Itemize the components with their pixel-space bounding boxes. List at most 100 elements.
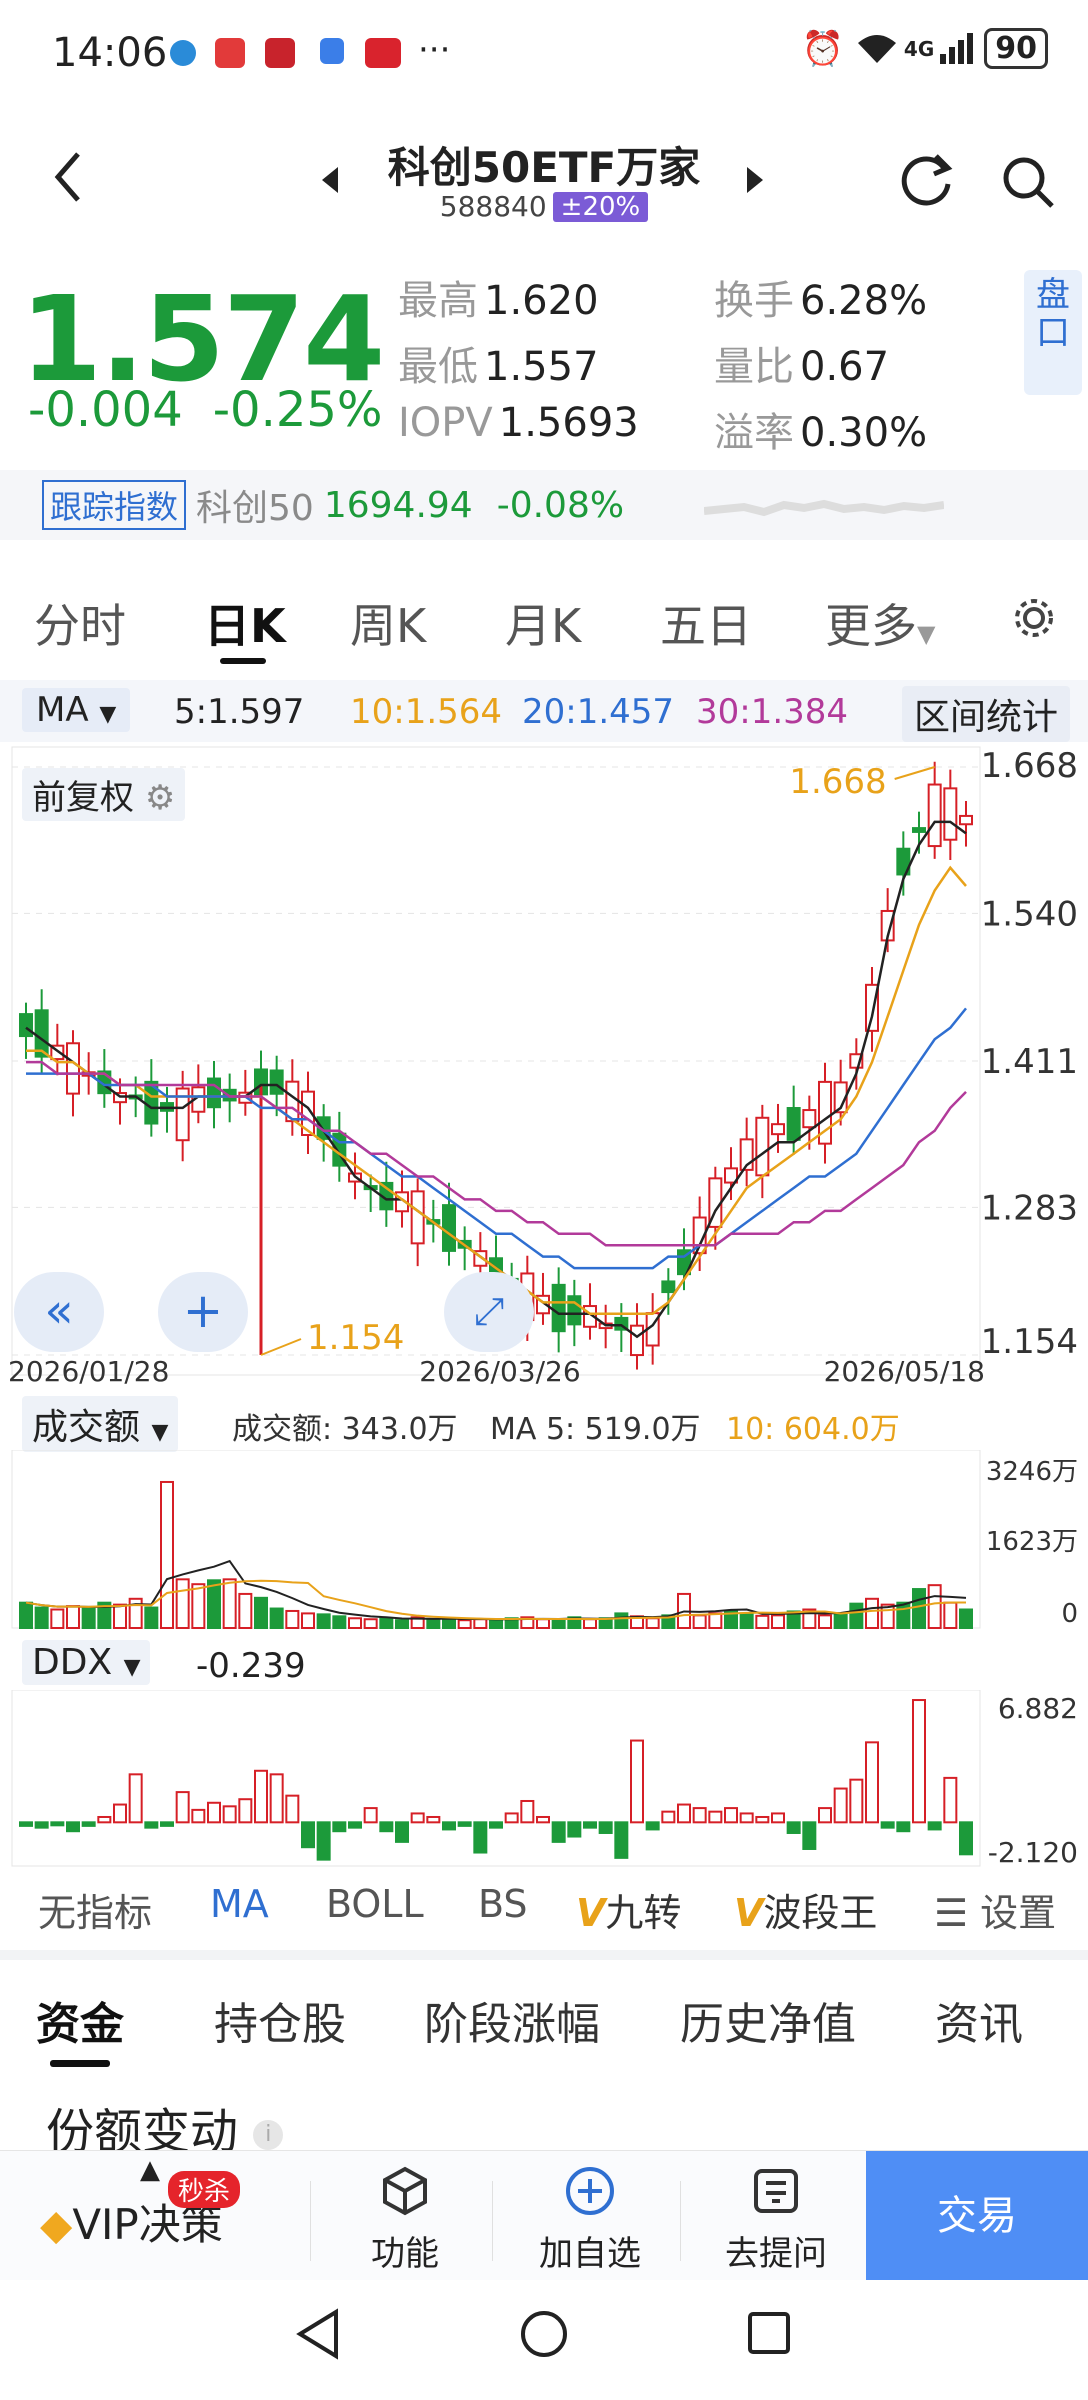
ddx-bar: [536, 1815, 550, 1824]
indicator-tab-bs[interactable]: BS: [478, 1882, 528, 1926]
volume-chart[interactable]: 3246万 1623万 0: [0, 1450, 1088, 1630]
premium-label: 溢率: [714, 410, 794, 456]
adjust-mode-button[interactable]: 前复权 ⚙: [22, 768, 186, 821]
ddx-bar: [583, 1821, 597, 1829]
v-icon: V: [734, 1891, 764, 1935]
function-button[interactable]: 功能: [360, 2165, 450, 2275]
tab-monthly-k[interactable]: 月K: [505, 590, 581, 656]
ddx-bar: [442, 1821, 456, 1831]
index-change: -0.08%: [496, 484, 625, 526]
high-value: 1.620: [484, 278, 599, 324]
order-book-button[interactable]: 盘口: [1024, 270, 1082, 395]
ddx-bar: [520, 1799, 535, 1824]
diamond-icon: ◆: [40, 2200, 73, 2249]
tab-more[interactable]: 更多▼: [825, 590, 935, 656]
indicator-tab-none[interactable]: 无指标: [38, 1882, 152, 1937]
tab-weekly-k[interactable]: 周K: [350, 590, 426, 656]
ddx-bar: [567, 1821, 582, 1838]
section-tab-news[interactable]: 资讯: [935, 1988, 1023, 2052]
info-icon[interactable]: i: [253, 2120, 284, 2150]
refresh-icon[interactable]: [898, 152, 954, 208]
zoom-in-icon[interactable]: +: [158, 1272, 248, 1352]
status-bar: 14:06 ··· ⏰ 4G 90: [0, 0, 1088, 110]
nav-back-icon[interactable]: [294, 2308, 342, 2360]
volume-ma10-value: 10: 604.0万: [726, 1412, 900, 1447]
chevron-down-icon: ▼: [151, 1420, 169, 1445]
candle-body: [943, 787, 958, 841]
next-stock-icon[interactable]: [745, 165, 765, 195]
low-value: 1.557: [484, 344, 599, 390]
volume-bar: [896, 1601, 911, 1629]
max-annotation-label: 1.668: [789, 762, 886, 802]
section-tab-stage-gain[interactable]: 阶段涨幅: [424, 1988, 600, 2052]
divider: [492, 2181, 493, 2261]
ddx-bar: [661, 1810, 676, 1824]
ddx-bar: [818, 1807, 832, 1824]
ddx-chart[interactable]: 6.882-2.120: [0, 1690, 1088, 1870]
ddx-bar: [50, 1821, 65, 1827]
ddx-bar: [833, 1787, 848, 1824]
volume-bar: [943, 1601, 958, 1629]
limit-badge: ±20%: [552, 191, 649, 222]
add-watchlist-button[interactable]: 加自选: [530, 2165, 650, 2275]
indicator-tab-ma[interactable]: MA: [210, 1882, 269, 1926]
collapse-icon[interactable]: «: [14, 1272, 104, 1352]
battery-level: 90: [984, 28, 1048, 69]
volume-ratio-label: 量比: [714, 344, 794, 390]
iopv-label: IOPV: [398, 400, 493, 446]
tab-daily-k[interactable]: 日K: [204, 590, 286, 656]
volume-bar: [865, 1597, 879, 1630]
candle-body: [410, 1190, 425, 1245]
status-time: 14:06: [52, 30, 168, 76]
indicator-tab-boll[interactable]: BOLL: [326, 1882, 424, 1926]
expand-icon[interactable]: ⤢: [444, 1272, 534, 1352]
signal-icon: [940, 32, 974, 64]
iopv-stat: IOPV 1.5693: [398, 400, 639, 446]
tab-intraday[interactable]: 分时: [34, 590, 126, 656]
tab-five-day[interactable]: 五日: [660, 590, 752, 656]
settings-gear-icon[interactable]: [1012, 596, 1056, 640]
add-circle-icon: [566, 2167, 614, 2215]
active-tab-indicator: [220, 658, 266, 664]
volume-indicator-selector[interactable]: 成交额 ▼: [22, 1396, 179, 1452]
ask-question-button[interactable]: 去提问: [716, 2165, 836, 2275]
change-percent: -0.25%: [212, 382, 383, 438]
section-tab-funds[interactable]: 资金: [36, 1988, 124, 2052]
tracking-index-row[interactable]: 跟踪指数 科创50 1694.94 -0.08%: [0, 470, 1088, 540]
volume-bar: [175, 1578, 190, 1629]
app-notification-icon: [365, 38, 401, 68]
volume-bar: [363, 1618, 378, 1630]
low-stat: 最低 1.557: [398, 334, 599, 392]
section-tab-nav-history[interactable]: 历史净值: [680, 1988, 856, 2052]
volume-bar: [818, 1614, 832, 1629]
kline-chart[interactable]: 1.6681.5401.4111.2831.1541.6681.1542026/…: [0, 745, 1088, 1385]
min-annotation-label: 1.154: [307, 1318, 404, 1358]
indicator-tab-boduan[interactable]: V波段王: [734, 1882, 877, 1937]
divider: [310, 2181, 311, 2261]
nav-home-icon[interactable]: [518, 2308, 570, 2360]
section-tab-holdings[interactable]: 持仓股: [214, 1988, 346, 2052]
range-stats-button[interactable]: 区间统计: [901, 686, 1070, 742]
candle-body: [802, 1109, 817, 1129]
indicator-tab-jiuzhuan[interactable]: V九转: [576, 1882, 681, 1937]
v-icon: V: [576, 1891, 606, 1935]
trade-button[interactable]: 交易: [866, 2151, 1088, 2281]
x-tick-label: 2026/01/28: [8, 1355, 169, 1385]
volume-bar: [645, 1617, 660, 1629]
settings-label: 设置: [980, 1891, 1057, 1935]
ddx-bar: [97, 1815, 112, 1824]
volume-bar: [912, 1588, 926, 1630]
volume-bar: [692, 1614, 707, 1629]
search-icon[interactable]: [1000, 154, 1056, 210]
ddx-indicator-selector[interactable]: DDX ▼: [22, 1640, 151, 1685]
ddx-bar: [66, 1821, 80, 1833]
ddx-bar: [285, 1794, 300, 1824]
ma-selector[interactable]: MA ▼: [22, 688, 131, 732]
network-type: 4G: [903, 36, 935, 61]
iopv-value: 1.5693: [498, 400, 639, 446]
nav-recents-icon[interactable]: [746, 2310, 792, 2356]
indicator-settings[interactable]: ☰ 设置: [934, 1882, 1056, 1937]
volume-bar: [144, 1606, 159, 1630]
ddx-bar: [551, 1821, 566, 1843]
app-notification-icon: [265, 38, 295, 68]
